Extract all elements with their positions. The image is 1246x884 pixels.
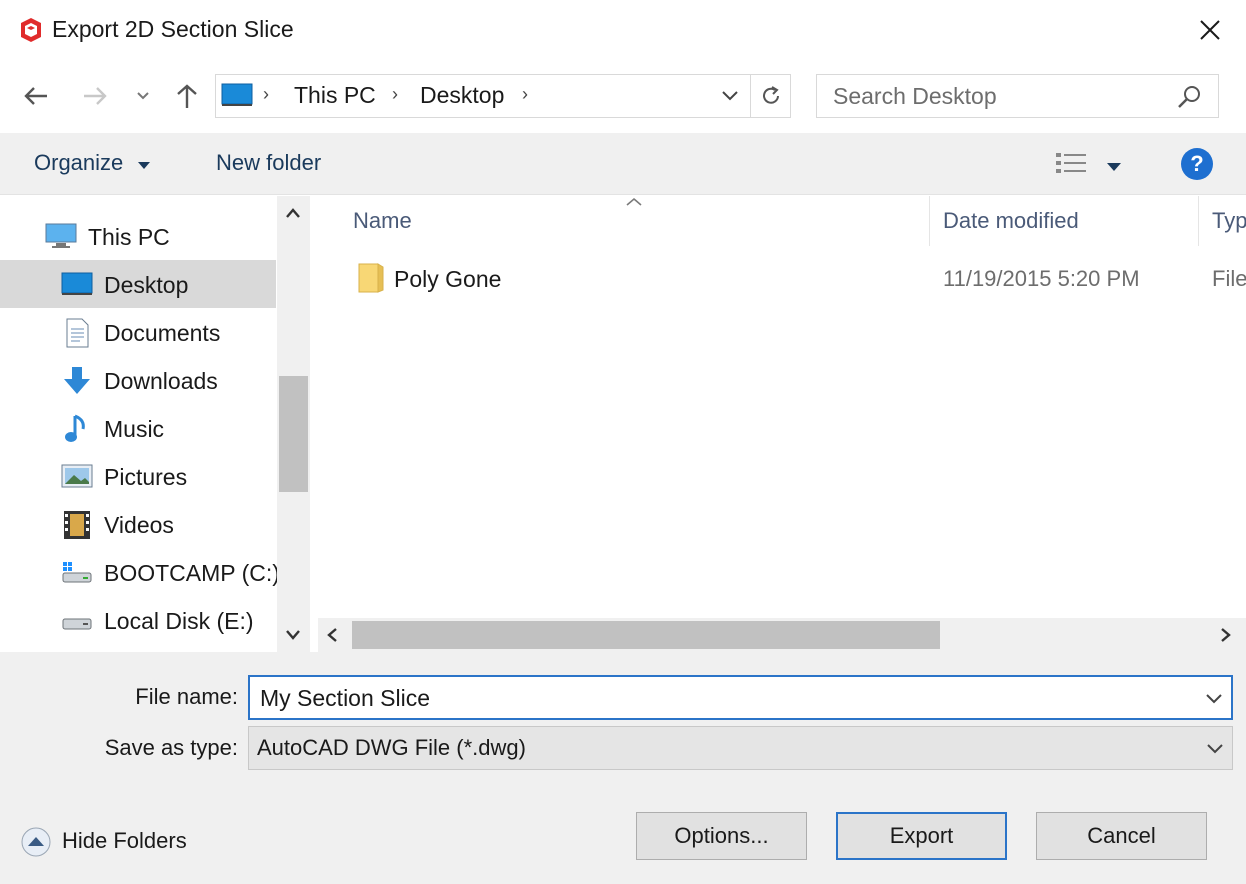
sidebar-item-documents[interactable]: Documents bbox=[0, 308, 276, 356]
sidebar-item-videos[interactable]: Videos bbox=[0, 500, 276, 548]
breadcrumb-separator: › bbox=[263, 84, 269, 104]
new-folder-button[interactable]: New folder bbox=[216, 150, 321, 176]
scroll-left-icon[interactable] bbox=[326, 627, 340, 643]
scroll-up-icon[interactable] bbox=[285, 206, 301, 220]
organize-button[interactable]: Organize bbox=[34, 150, 151, 176]
cancel-button[interactable]: Cancel bbox=[1036, 812, 1207, 860]
address-dropdown-button[interactable] bbox=[711, 75, 749, 117]
chevron-down-icon bbox=[1206, 742, 1224, 760]
downloads-icon bbox=[61, 366, 91, 394]
hide-folders-label: Hide Folders bbox=[62, 828, 187, 853]
navigation-pane: This PC Desktop Documents Downloads Musi… bbox=[0, 196, 310, 652]
hide-folders-button[interactable]: Hide Folders bbox=[20, 824, 220, 860]
sidebar-item-pictures[interactable]: Pictures bbox=[0, 452, 276, 500]
sidebar-item-label: Desktop bbox=[104, 272, 189, 298]
options-button[interactable]: Options... bbox=[636, 812, 807, 860]
close-icon bbox=[1200, 20, 1220, 40]
search-input[interactable] bbox=[816, 74, 1219, 118]
column-divider[interactable] bbox=[929, 196, 930, 246]
documents-icon bbox=[63, 318, 93, 348]
caret-down-icon bbox=[138, 162, 151, 169]
drive-e-icon bbox=[61, 606, 92, 634]
sidebar-item-label: Videos bbox=[104, 512, 174, 538]
sketchup-icon bbox=[18, 17, 44, 43]
organize-label: Organize bbox=[34, 150, 124, 175]
file-name-field[interactable] bbox=[248, 675, 1233, 720]
sidebar-item-label: Downloads bbox=[104, 368, 218, 394]
navigation-scrollbar-thumb[interactable] bbox=[279, 376, 308, 492]
forward-arrow-icon bbox=[84, 87, 107, 105]
collapse-up-icon bbox=[20, 826, 52, 858]
chevron-down-icon[interactable] bbox=[1205, 692, 1223, 710]
sidebar-item-this-pc[interactable]: This PC bbox=[0, 212, 276, 260]
scroll-right-icon[interactable] bbox=[1220, 627, 1234, 643]
this-pc-icon bbox=[221, 83, 253, 107]
refresh-icon bbox=[762, 86, 779, 104]
breadcrumb-separator: › bbox=[392, 84, 398, 104]
sidebar-item-label: Pictures bbox=[104, 464, 188, 490]
caret-down-icon bbox=[1107, 163, 1121, 171]
forward-button[interactable] bbox=[75, 74, 115, 118]
column-divider[interactable] bbox=[1198, 196, 1199, 246]
up-arrow-icon bbox=[177, 84, 197, 108]
music-icon bbox=[63, 414, 93, 442]
file-date: 11/19/2015 5:20 PM bbox=[943, 266, 1140, 291]
sidebar-item-local-disk[interactable]: Local Disk (E:) bbox=[0, 596, 276, 644]
file-name-label: File name: bbox=[135, 684, 238, 709]
folder-icon bbox=[356, 262, 386, 294]
chevron-down-icon bbox=[722, 91, 738, 101]
breadcrumb-separator: › bbox=[522, 84, 528, 104]
sidebar-item-label: Music bbox=[104, 416, 165, 442]
chevron-down-icon bbox=[137, 92, 149, 100]
file-type: File bbox=[1212, 266, 1246, 291]
sidebar-item-downloads[interactable]: Downloads bbox=[0, 356, 276, 404]
sort-ascending-icon bbox=[625, 194, 643, 206]
column-header-type[interactable]: Typ bbox=[1212, 208, 1246, 234]
column-header-name[interactable]: Name bbox=[353, 208, 412, 234]
sidebar-item-bootcamp[interactable]: BOOTCAMP (C:) bbox=[0, 548, 280, 596]
search-icon[interactable] bbox=[1176, 84, 1204, 110]
pictures-icon bbox=[61, 462, 93, 490]
sidebar-item-label: Local Disk (E:) bbox=[104, 608, 254, 634]
save-as-type-select[interactable]: AutoCAD DWG File (*.dwg) bbox=[248, 726, 1233, 770]
help-glyph: ? bbox=[1190, 151, 1204, 176]
sidebar-item-label: BOOTCAMP (C:) bbox=[104, 560, 280, 586]
refresh-button[interactable] bbox=[751, 74, 791, 118]
sidebar-item-music[interactable]: Music bbox=[0, 404, 276, 452]
desktop-icon bbox=[61, 270, 93, 298]
this-pc-icon bbox=[45, 222, 77, 250]
column-header-date-modified[interactable]: Date modified bbox=[943, 208, 1079, 234]
close-button[interactable] bbox=[1180, 6, 1240, 54]
file-name: Poly Gone bbox=[394, 266, 502, 292]
file-name-input[interactable] bbox=[260, 683, 1190, 713]
breadcrumb-this-pc[interactable]: This PC bbox=[294, 82, 376, 109]
view-options-icon[interactable] bbox=[1055, 150, 1089, 176]
scroll-down-icon[interactable] bbox=[285, 628, 301, 642]
save-as-type-label: Save as type: bbox=[104, 735, 238, 760]
window-title: Export 2D Section Slice bbox=[52, 16, 294, 42]
breadcrumb-desktop[interactable]: Desktop bbox=[420, 82, 504, 109]
back-button[interactable] bbox=[16, 74, 56, 118]
save-as-type-value: AutoCAD DWG File (*.dwg) bbox=[257, 735, 526, 760]
sidebar-item-label: This PC bbox=[88, 224, 170, 250]
view-dropdown-button[interactable] bbox=[1106, 159, 1124, 171]
videos-icon bbox=[63, 510, 93, 539]
drive-c-icon bbox=[61, 558, 92, 586]
export-button[interactable]: Export bbox=[836, 812, 1007, 860]
up-button[interactable] bbox=[167, 74, 207, 118]
sidebar-item-desktop[interactable]: Desktop bbox=[0, 260, 276, 308]
sidebar-item-label: Documents bbox=[104, 320, 221, 346]
recent-locations-button[interactable] bbox=[124, 74, 162, 118]
horizontal-scrollbar-thumb[interactable] bbox=[352, 621, 940, 649]
back-arrow-icon bbox=[24, 87, 47, 105]
help-icon[interactable]: ? bbox=[1181, 148, 1213, 180]
table-row[interactable]: Poly Gone 11/19/2015 5:20 PM File bbox=[318, 252, 1246, 304]
